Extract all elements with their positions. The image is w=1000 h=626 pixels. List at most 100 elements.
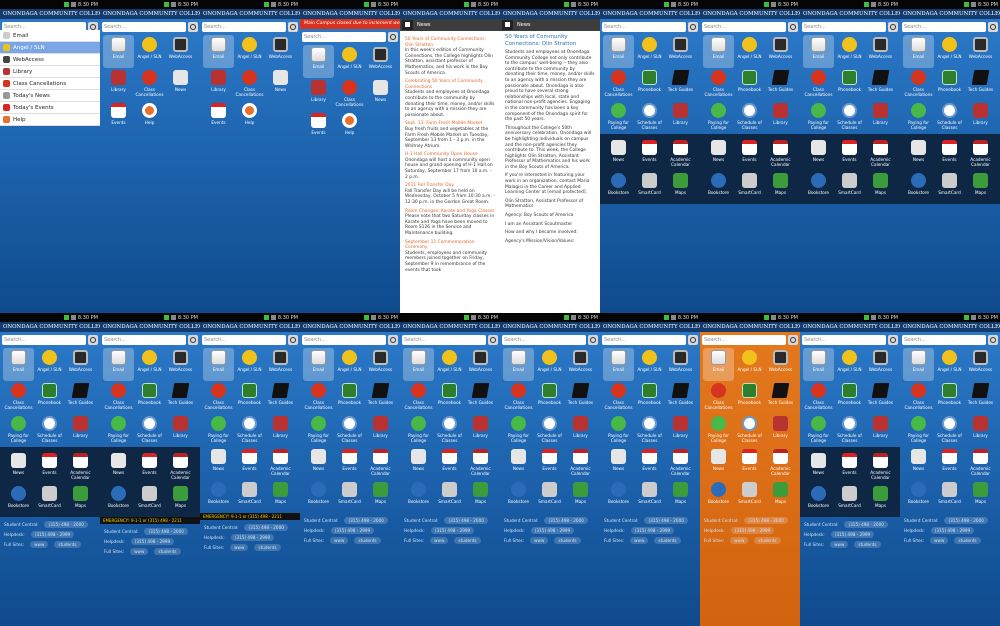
app-angel[interactable]: Angel / SLN <box>234 35 265 68</box>
app-acal[interactable]: Academic Calendar <box>965 138 996 171</box>
app-schedule[interactable]: Schedule of Classes <box>634 414 665 447</box>
app-webaccess[interactable]: WebAccess <box>965 35 996 68</box>
students-link[interactable]: students <box>954 536 981 544</box>
menu-item[interactable]: Angel / SLN <box>0 42 100 54</box>
app-help[interactable]: Help <box>234 101 265 134</box>
app-schedule[interactable]: Schedule of Classes <box>734 101 765 134</box>
app-news[interactable]: News <box>303 447 334 480</box>
app-bookstore[interactable]: Bookstore <box>803 484 834 517</box>
app-news[interactable]: News <box>165 68 196 101</box>
search-input[interactable]: Search... <box>602 335 686 345</box>
app-paying[interactable]: Paying for College <box>703 414 734 447</box>
app-angel[interactable]: Angel / SLN <box>434 348 465 381</box>
app-library[interactable]: Library <box>203 68 234 101</box>
app-acal[interactable]: Academic Calendar <box>965 447 996 480</box>
app-phonebook[interactable]: Phonebook <box>234 381 265 414</box>
app-library[interactable]: Library <box>465 414 496 447</box>
app-email[interactable]: Email <box>903 348 934 381</box>
search-icon[interactable] <box>988 22 998 32</box>
student-central-phone[interactable]: (315) 498 - 2000 <box>344 516 388 524</box>
app-events[interactable]: Events <box>203 101 234 134</box>
app-smartcard[interactable]: SmartCard <box>834 171 865 204</box>
app-cancellations[interactable]: Class Cancellations <box>103 381 134 414</box>
app-tech[interactable]: Tech Guides <box>965 381 996 414</box>
menu-item[interactable]: Email <box>0 30 100 42</box>
app-news[interactable]: News <box>203 447 234 480</box>
app-acal[interactable]: Academic Calendar <box>665 447 696 480</box>
search-icon[interactable] <box>688 335 698 345</box>
www-link[interactable]: www <box>730 536 749 544</box>
app-cancellations[interactable]: Class Cancellations <box>903 381 934 414</box>
app-tech[interactable]: Tech Guides <box>565 381 596 414</box>
app-library[interactable]: Library <box>103 68 134 101</box>
app-news[interactable]: News <box>903 447 934 480</box>
app-events[interactable]: Events <box>834 451 865 484</box>
www-link[interactable]: www <box>330 536 349 544</box>
students-link[interactable]: students <box>754 536 781 544</box>
search-icon[interactable] <box>688 22 698 32</box>
app-schedule[interactable]: Schedule of Classes <box>934 414 965 447</box>
app-events[interactable]: Events <box>34 451 65 484</box>
search-input[interactable]: Search... <box>302 335 386 345</box>
app-email[interactable]: Email <box>603 35 634 68</box>
search-input[interactable]: Search... <box>202 335 286 345</box>
app-webaccess[interactable]: WebAccess <box>965 348 996 381</box>
search-icon[interactable] <box>488 335 498 345</box>
app-bookstore[interactable]: Bookstore <box>603 480 634 513</box>
app-angel[interactable]: Angel / SLN <box>634 348 665 381</box>
app-email[interactable]: Email <box>703 35 734 68</box>
app-angel[interactable]: Angel / SLN <box>334 348 365 381</box>
app-angel[interactable]: Angel / SLN <box>34 348 65 381</box>
student-central-phone[interactable]: (315) 498 - 2000 <box>944 516 988 524</box>
app-webaccess[interactable]: WebAccess <box>365 348 396 381</box>
app-news[interactable]: News <box>103 451 134 484</box>
students-link[interactable]: students <box>54 540 81 548</box>
app-bookstore[interactable]: Bookstore <box>203 480 234 513</box>
app-email[interactable]: Email <box>303 348 334 381</box>
app-angel[interactable]: Angel / SLN <box>834 348 865 381</box>
app-smartcard[interactable]: SmartCard <box>534 480 565 513</box>
search-input[interactable]: Search... <box>702 335 786 345</box>
app-phonebook[interactable]: Phonebook <box>834 381 865 414</box>
www-link[interactable]: www <box>430 536 449 544</box>
app-email[interactable]: Email <box>403 348 434 381</box>
app-bookstore[interactable]: Bookstore <box>903 480 934 513</box>
app-angel[interactable]: Angel / SLN <box>834 35 865 68</box>
helpdesk-phone[interactable]: (315) 498 - 2999 <box>530 526 575 534</box>
app-webaccess[interactable]: WebAccess <box>165 348 196 381</box>
app-library[interactable]: Library <box>165 414 196 447</box>
app-smartcard[interactable]: SmartCard <box>634 480 665 513</box>
search-input[interactable]: Search... <box>202 22 286 32</box>
app-acal[interactable]: Academic Calendar <box>465 447 496 480</box>
app-library[interactable]: Library <box>765 101 796 134</box>
app-help[interactable]: Help <box>334 111 365 144</box>
app-webaccess[interactable]: WebAccess <box>265 35 296 68</box>
app-library[interactable]: Library <box>365 414 396 447</box>
app-paying[interactable]: Paying for College <box>803 414 834 447</box>
app-maps[interactable]: Maps <box>765 171 796 204</box>
app-maps[interactable]: Maps <box>665 480 696 513</box>
app-phonebook[interactable]: Phonebook <box>934 68 965 101</box>
app-webaccess[interactable]: WebAccess <box>365 45 396 78</box>
app-events[interactable]: Events <box>634 138 665 171</box>
student-central-phone[interactable]: (315) 498 - 2000 <box>244 523 288 531</box>
home-icon[interactable] <box>402 20 413 30</box>
menu-item[interactable]: Today's Events <box>0 102 100 114</box>
app-acal[interactable]: Academic Calendar <box>665 138 696 171</box>
app-schedule[interactable]: Schedule of Classes <box>834 414 865 447</box>
app-tech[interactable]: Tech Guides <box>665 381 696 414</box>
app-library[interactable]: Library <box>65 414 96 447</box>
app-bookstore[interactable]: Bookstore <box>603 171 634 204</box>
news-title[interactable]: September 11 Commemoration Ceremony <box>405 240 495 251</box>
search-input[interactable]: Search... <box>802 22 886 32</box>
app-webaccess[interactable]: WebAccess <box>165 35 196 68</box>
www-link[interactable]: www <box>630 536 649 544</box>
app-webaccess[interactable]: WebAccess <box>565 348 596 381</box>
app-cancellations[interactable]: Class Cancellations <box>403 381 434 414</box>
app-news[interactable]: News <box>803 138 834 171</box>
app-email[interactable]: Email <box>503 348 534 381</box>
app-schedule[interactable]: Schedule of Classes <box>34 414 65 447</box>
app-cancellations[interactable]: Class Cancellations <box>134 68 165 101</box>
home-icon[interactable] <box>502 20 513 30</box>
app-tech[interactable]: Tech Guides <box>765 68 796 101</box>
